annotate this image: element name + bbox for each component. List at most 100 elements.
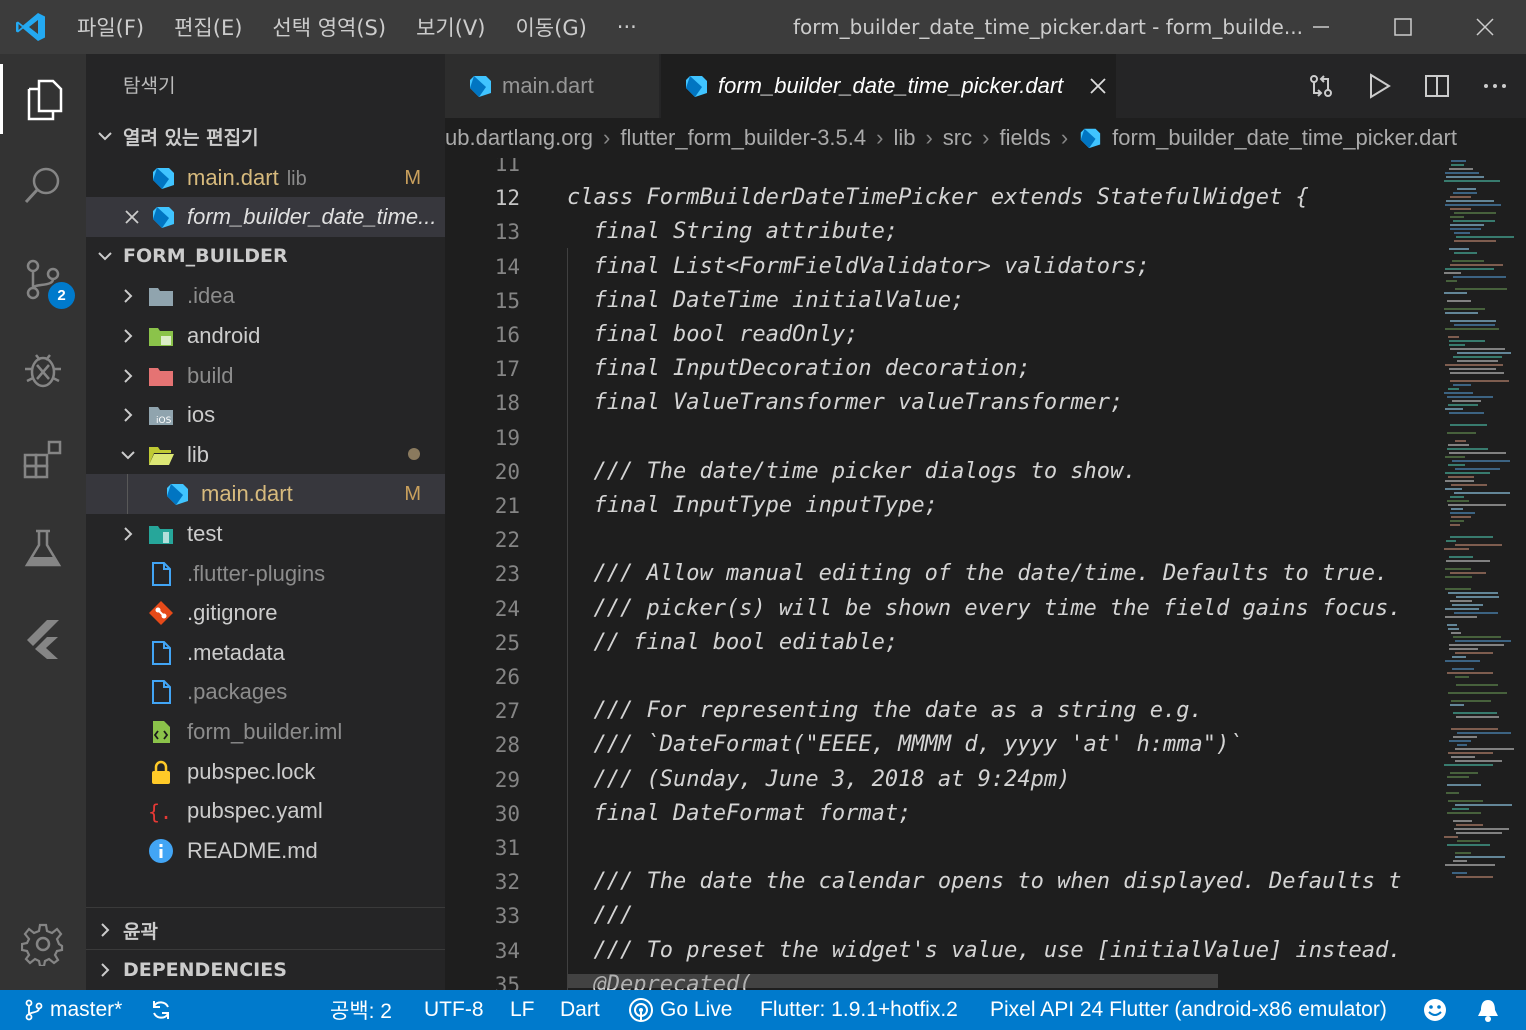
tree-folder-build[interactable]: build (86, 356, 445, 396)
search-icon[interactable] (0, 150, 86, 220)
menu-file[interactable]: 파일(F) (62, 12, 159, 42)
chevron-down-icon (95, 246, 115, 266)
menu-selection[interactable]: 선택 영역(S) (257, 12, 401, 42)
code-line[interactable]: class FormBuilderDateTimePicker extends … (567, 181, 1309, 215)
indent-status[interactable]: 공백: 2 (330, 990, 392, 1030)
more-actions-icon[interactable] (1466, 54, 1524, 118)
minimap-line (1451, 484, 1487, 486)
run-icon[interactable] (1350, 54, 1408, 118)
open-editors-header: 열려 있는 편집기 (123, 126, 259, 149)
tab-main-dart[interactable]: main.dart (445, 54, 659, 118)
minimap-line (1447, 432, 1476, 434)
chevron-right-icon: › (982, 125, 990, 150)
go-live-button[interactable]: Go Live (628, 990, 732, 1030)
close-editor-icon[interactable] (122, 207, 142, 227)
tree-file-readme[interactable]: README.md (86, 831, 445, 871)
minimap-line (1449, 644, 1504, 646)
menu-view[interactable]: 보기(V) (401, 12, 500, 42)
code-line[interactable]: /// (Sunday, June 3, 2018 at 9:24pm) (567, 763, 1070, 797)
tree-file-pubspec-yaml[interactable]: {..} pubspec.yaml (86, 791, 445, 831)
code-line[interactable]: /// The date/time picker dialogs to show… (567, 455, 1136, 489)
source-control-icon[interactable] (0, 244, 86, 314)
outline-section[interactable]: 윤곽 (86, 910, 445, 950)
eol-status[interactable]: LF (510, 990, 535, 1030)
code-line[interactable]: /// For representing the date as a strin… (567, 694, 1202, 728)
minimap-line (1455, 440, 1466, 442)
code-line[interactable]: final String attribute; (567, 215, 898, 249)
device-status[interactable]: Pixel API 24 Flutter (android-x86 emulat… (990, 990, 1387, 1030)
dependencies-section[interactable]: DEPENDENCIES (86, 950, 445, 990)
feedback-smiley-icon[interactable] (1422, 990, 1448, 1030)
chevron-down-icon (118, 445, 138, 465)
breadcrumb-item[interactable]: ub.dartlang.org (445, 125, 593, 151)
encoding-status[interactable]: UTF-8 (424, 990, 484, 1030)
code-editor[interactable]: 11 12 class FormBuilderDateTimePicker exte… (445, 158, 1440, 990)
tree-folder-test[interactable]: test (86, 514, 445, 554)
split-editor-icon[interactable] (1408, 54, 1466, 118)
minimap-line (1449, 740, 1471, 742)
code-line[interactable]: /// The date the calendar opens to when … (567, 865, 1401, 899)
maximize-icon[interactable] (1374, 0, 1432, 54)
tree-folder-idea[interactable]: .idea (86, 276, 445, 316)
code-line[interactable]: /// To preset the widget's value, use [i… (567, 934, 1401, 968)
tree-file-main-dart[interactable]: main.dart M (86, 474, 445, 514)
settings-gear-icon[interactable] (0, 909, 86, 979)
code-line[interactable]: final ValueTransformer valueTransformer; (567, 386, 1123, 420)
tree-file-gitignore[interactable]: .gitignore (86, 593, 445, 633)
branch-status[interactable]: master* (24, 990, 122, 1030)
testing-icon[interactable] (0, 514, 86, 584)
tree-folder-android[interactable]: android (86, 316, 445, 356)
minimap-line (1452, 872, 1467, 874)
code-line[interactable]: final DateFormat format; (567, 797, 911, 831)
code-line[interactable]: final DateTime initialValue; (567, 284, 964, 318)
code-line[interactable]: final InputDecoration decoration; (567, 352, 1030, 386)
minimap-line (1450, 208, 1471, 210)
minimap[interactable] (1440, 158, 1526, 990)
breadcrumb-item[interactable]: lib (893, 125, 915, 151)
files-icon[interactable] (0, 64, 86, 134)
compare-changes-icon[interactable] (1292, 54, 1350, 118)
sync-icon[interactable] (150, 990, 172, 1030)
minimap-line (1445, 568, 1471, 570)
minimize-icon[interactable] (1292, 0, 1350, 54)
menu-edit[interactable]: 편집(E) (159, 12, 257, 42)
code-line[interactable]: // final bool editable; (567, 626, 898, 660)
extensions-icon[interactable] (0, 424, 86, 494)
code-line[interactable]: final bool readOnly; (567, 318, 858, 352)
flutter-version-status[interactable]: Flutter: 1.9.1+hotfix.2 (760, 990, 958, 1030)
breadcrumb-item[interactable]: src (943, 125, 972, 151)
breadcrumb-item[interactable]: flutter_form_builder-3.5.4 (620, 125, 866, 151)
breadcrumb-item[interactable]: form_builder_date_time_picker.dart (1112, 125, 1457, 151)
tab-date-time-picker[interactable]: form_builder_date_time_picker.dart (661, 54, 1116, 118)
tree-file-pubspec-lock[interactable]: pubspec.lock (86, 752, 445, 792)
code-line[interactable]: /// picker(s) will be shown every time t… (567, 592, 1401, 626)
code-line[interactable]: /// Allow manual editing of the date/tim… (567, 557, 1388, 591)
project-section[interactable]: FORM_BUILDER (86, 236, 445, 276)
code-line[interactable]: /// (567, 899, 633, 933)
open-editor-item-picker[interactable]: form_builder_date_time... (86, 197, 445, 237)
code-line[interactable]: final List<FormFieldValidator> validator… (567, 250, 1149, 284)
language-status[interactable]: Dart (560, 990, 600, 1030)
flutter-icon[interactable] (0, 604, 86, 674)
open-editors-section[interactable]: 열려 있는 편집기 (86, 116, 445, 156)
tree-folder-ios[interactable]: iOS ios (86, 395, 445, 435)
minimap-line (1447, 672, 1493, 674)
menu-go[interactable]: 이동(G) (500, 12, 601, 42)
debug-icon[interactable] (0, 334, 86, 404)
tree-file-flutter-plugins[interactable]: .flutter-plugins (86, 554, 445, 594)
close-window-icon[interactable] (1456, 0, 1514, 54)
notifications-bell-icon[interactable] (1476, 990, 1500, 1030)
tree-file-iml[interactable]: form_builder.iml (86, 712, 445, 752)
tree-file-metadata[interactable]: .metadata (86, 633, 445, 673)
code-line[interactable]: final InputType inputType; (567, 489, 937, 523)
close-tab-icon[interactable] (1088, 76, 1108, 102)
menu-more[interactable]: ··· (602, 15, 652, 39)
breadcrumb-item[interactable]: fields (999, 125, 1050, 151)
minimap-line (1446, 200, 1494, 202)
open-editor-item-main[interactable]: main.dart lib M (86, 158, 445, 198)
tree-file-packages[interactable]: .packages (86, 672, 445, 712)
minimap-line (1453, 356, 1502, 358)
code-line[interactable]: /// `DateFormat("EEEE, MMMM d, yyyy 'at'… (567, 728, 1242, 762)
tree-folder-lib[interactable]: lib (86, 435, 445, 475)
horizontal-scrollbar[interactable] (568, 974, 1218, 988)
